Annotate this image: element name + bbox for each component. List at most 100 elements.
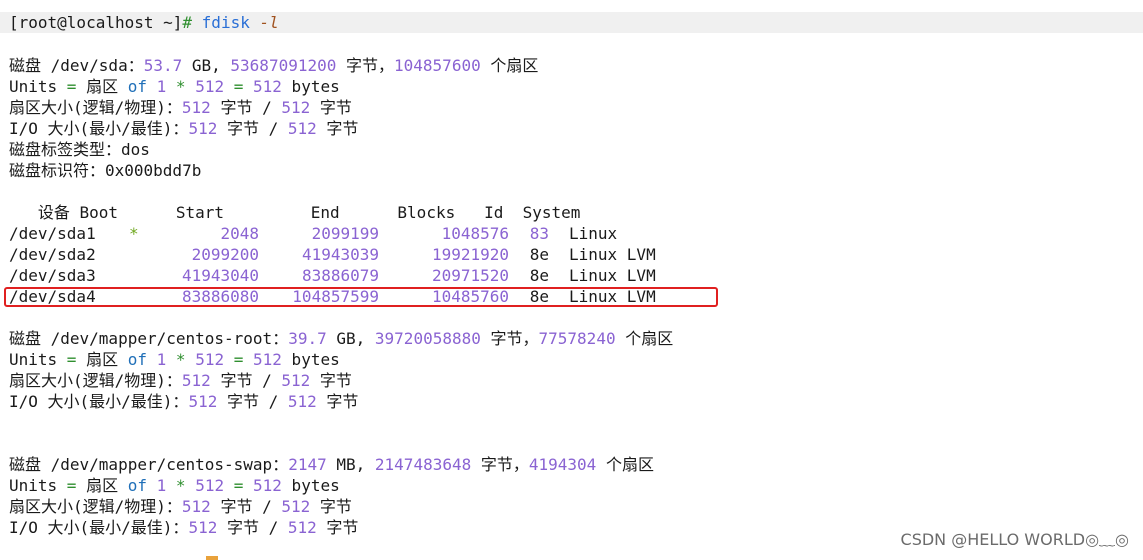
disk-sda-unit: GB, [182,56,231,75]
io-mid: 字节 / [217,392,288,411]
partition-id: 83 [529,224,549,243]
disk-sda-io-size: I/O 大小(最小/最佳)：512 字节 / 512 字节 [9,118,358,139]
partition-device: /dev/sda3 [9,266,96,285]
prompt-user-host: [root@localhost ~] [9,13,183,32]
partition-start: 2048 [220,224,259,243]
disk-sda-bytes: 53687091200 [230,56,337,75]
units-of: of [127,476,147,495]
sector-logical: 512 [181,371,211,390]
disk-swap-bytes: 2147483648 [374,455,472,474]
units-of: of [127,77,147,96]
partition-row: /dev/sda1 * 2048 2099199 1048576 83 Linux [9,223,617,244]
units-eq: = [66,77,77,96]
sector-post: 字节 [310,371,352,390]
disk-swap-sector-size: 扇区大小(逻辑/物理)：512 字节 / 512 字节 [9,496,352,517]
units-label: Units [9,77,67,96]
disk-sda-summary: 磁盘 /dev/sda：53.7 GB, 53687091200 字节，1048… [9,55,538,76]
partition-row: /dev/sda2 2099200 41943039 19921920 8e Linux … [9,244,656,265]
partition-blocks: 20971520 [431,266,509,285]
partition-system: Linux LVM [569,245,656,264]
partition-system: Linux [569,224,618,243]
units-eq: = [66,476,77,495]
disk-label-type: 磁盘标签类型：dos [9,140,150,159]
io-min: 512 [188,518,218,537]
partition-device: /dev/sda2 [9,245,96,264]
disk-swap-bytes-label: 字节， [471,455,529,474]
units-eq: = [66,350,77,369]
partition-end: 2099199 [311,224,379,243]
units-sector-word: 扇区 [76,350,128,369]
prompt-line: [root@localhost ~]# fdisk -l [9,12,279,33]
sector-physical: 512 [281,497,311,516]
units-512a: 512 [195,476,225,495]
partition-table-header: 设备 Boot Start End Blocks Id System [9,203,581,222]
units-bytes: bytes [281,77,340,96]
io-opt: 512 [287,119,317,138]
io-min: 512 [188,392,218,411]
sector-size-label: 扇区大小(逻辑/物理)： [9,497,182,516]
units-512b: 512 [253,77,282,96]
disk-swap-summary: 磁盘 /dev/mapper/centos-swap：2147 MB, 2147… [9,454,654,475]
units-512a: 512 [195,350,225,369]
disk-root-units: Units = 扇区 of 1 * 512 = 512 bytes [9,349,340,370]
disk-sda-sectors: 104857600 [394,56,481,75]
io-opt: 512 [287,392,317,411]
command-text: fdisk [201,13,250,32]
units-of: of [127,350,147,369]
units-bytes: bytes [281,350,340,369]
sector-post: 字节 [310,98,352,117]
disk-sda-sector-size: 扇区大小(逻辑/物理)：512 字节 / 512 字节 [9,97,352,118]
partition-start: 2099200 [191,245,259,264]
io-post: 字节 [316,392,359,411]
disk-sda-units: Units = 扇区 of 1 * 512 = 512 bytes [9,76,340,97]
units-one: 1 [156,476,167,495]
units-star: * [175,476,186,495]
io-mid: 字节 / [217,119,288,138]
highlight-annotation-box [4,287,718,307]
io-post: 字节 [316,119,359,138]
sector-logical: 512 [181,98,211,117]
disk-root-summary: 磁盘 /dev/mapper/centos-root：39.7 GB, 3972… [9,328,673,349]
disk-swap-units: Units = 扇区 of 1 * 512 = 512 bytes [9,475,340,496]
watermark-text: CSDN @HELLO WORLD◎﹏◎ [900,530,1129,549]
units-512a: 512 [195,77,225,96]
units-eq2: = [233,77,244,96]
sector-size-label: 扇区大小(逻辑/物理)： [9,98,182,117]
units-star: * [175,77,186,96]
partition-end: 83886079 [301,266,379,285]
disk-sda-label: 磁盘 /dev/sda： [9,56,144,75]
disk-swap-sectors: 4194304 [528,455,597,474]
io-min: 512 [188,119,218,138]
units-bytes: bytes [281,476,340,495]
sector-mid: 字节 / [210,497,282,516]
units-512b: 512 [253,476,282,495]
disk-root-io-size: I/O 大小(最小/最佳)：512 字节 / 512 字节 [9,391,358,412]
io-size-label: I/O 大小(最小/最佳)： [9,518,189,537]
units-label: Units [9,476,67,495]
partition-end: 41943039 [301,245,379,264]
terminal-cursor [206,556,218,560]
partition-id: 8e [529,266,549,285]
disk-root-sectors-label: 个扇区 [615,329,674,348]
partition-blocks: 1048576 [441,224,509,243]
sector-post: 字节 [310,497,352,516]
sector-mid: 字节 / [210,371,282,390]
sector-size-label: 扇区大小(逻辑/物理)： [9,371,182,390]
io-opt: 512 [287,518,317,537]
io-post: 字节 [316,518,359,537]
sector-physical: 512 [281,371,311,390]
disk-sda-bytes-label: 字节， [336,56,395,75]
units-sector-word: 扇区 [76,77,128,96]
disk-identifier: 磁盘标识符：0x000bdd7b [9,161,202,180]
units-eq2: = [233,350,244,369]
partition-device: /dev/sda1 [9,224,96,243]
terminal-window[interactable]: [root@localhost ~]# fdisk -l 磁盘 /dev/sda… [0,0,1143,560]
units-one: 1 [156,77,167,96]
disk-root-size: 39.7 [288,329,327,348]
units-one: 1 [156,350,167,369]
partition-id: 8e [529,245,549,264]
partition-system: Linux LVM [569,266,656,285]
disk-root-bytes-label: 字节， [480,329,539,348]
units-sector-word: 扇区 [76,476,128,495]
prompt-hash: # [182,13,193,32]
